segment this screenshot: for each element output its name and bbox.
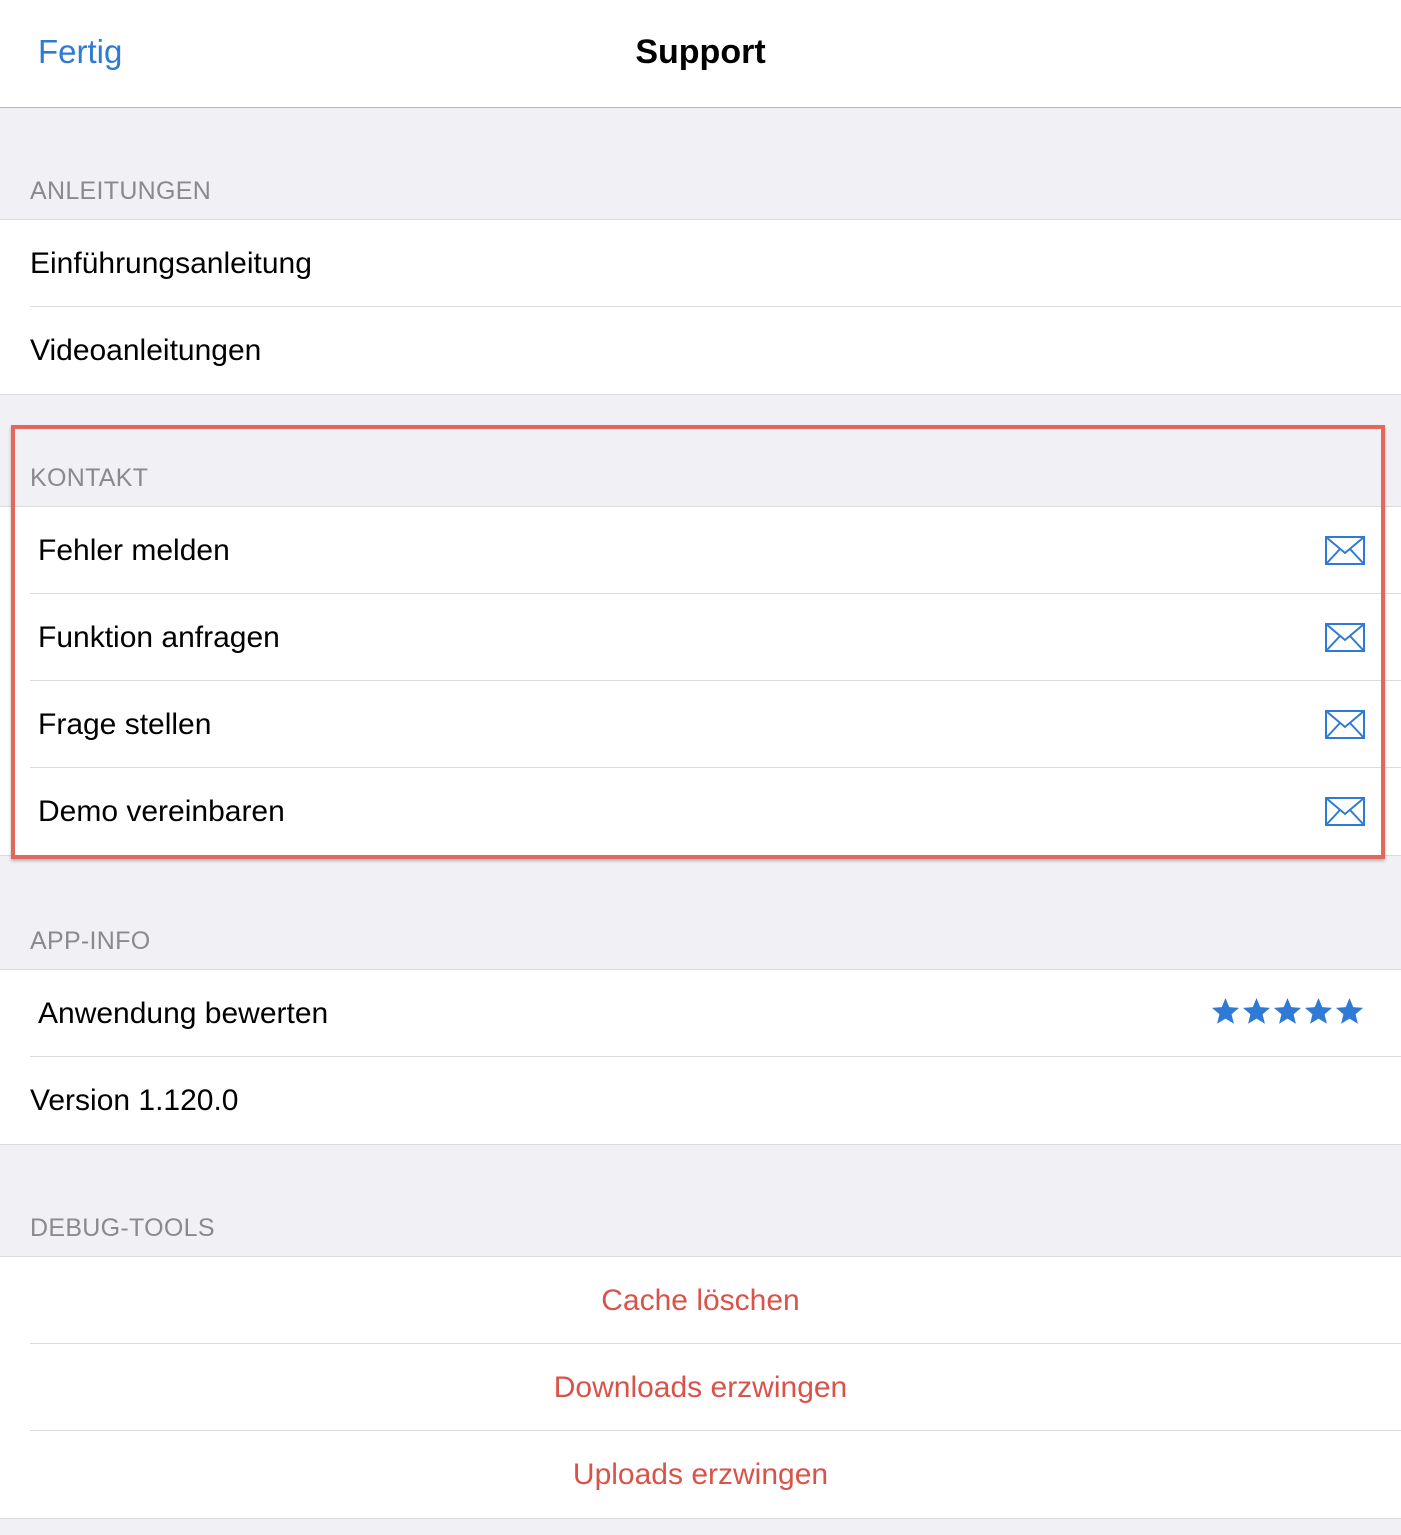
star-rating: [1210, 994, 1365, 1030]
button-label: Cache löschen: [601, 1284, 800, 1317]
list-item-fehler-melden[interactable]: Fehler melden: [0, 507, 1401, 594]
section-header-anleitungen: ANLEITUNGEN: [30, 177, 212, 205]
list-item-videoanleitungen[interactable]: Videoanleitungen: [0, 306, 1401, 394]
list-item-anwendung-bewerten[interactable]: Anwendung bewerten: [0, 970, 1401, 1057]
cache-loeschen-button[interactable]: Cache löschen: [0, 1257, 1401, 1344]
section-header-debug-tools: DEBUG-TOOLS: [30, 1214, 215, 1242]
list-item-label: Anwendung bewerten: [38, 997, 329, 1030]
mail-icon: [1325, 710, 1365, 739]
section-header-app-info: APP-INFO: [30, 927, 151, 955]
navigation-bar: Support Fertig: [0, 0, 1401, 108]
list-item-einfuehrungsanleitung[interactable]: Einführungsanleitung: [0, 220, 1401, 307]
list-item-funktion-anfragen[interactable]: Funktion anfragen: [0, 593, 1401, 681]
list-item-label: Einführungsanleitung: [30, 247, 312, 280]
star-icon: [1304, 997, 1333, 1024]
star-icon: [1273, 997, 1302, 1024]
group-debug-tools: Cache löschen Downloads erzwingen Upload…: [0, 1256, 1401, 1519]
version-label: Version 1.120.0: [30, 1084, 239, 1117]
done-button[interactable]: Fertig: [38, 30, 122, 74]
group-kontakt: Fehler melden Funktion anfragen Frage st…: [0, 506, 1401, 856]
uploads-erzwingen-button[interactable]: Uploads erzwingen: [0, 1430, 1401, 1518]
list-item-frage-stellen[interactable]: Frage stellen: [0, 680, 1401, 768]
star-icon: [1211, 997, 1240, 1024]
page-title: Support: [635, 33, 766, 71]
list-item-version: Version 1.120.0: [0, 1056, 1401, 1144]
list-item-demo-vereinbaren[interactable]: Demo vereinbaren: [0, 767, 1401, 855]
button-label: Uploads erzwingen: [572, 1458, 829, 1491]
button-label: Downloads erzwingen: [553, 1371, 848, 1404]
star-icon: [1242, 997, 1271, 1024]
mail-icon: [1325, 623, 1365, 652]
star-icon: [1335, 997, 1364, 1024]
mail-icon: [1325, 797, 1365, 826]
downloads-erzwingen-button[interactable]: Downloads erzwingen: [0, 1343, 1401, 1431]
list-item-label: Demo vereinbaren: [38, 795, 285, 828]
group-anleitungen: Einführungsanleitung Videoanleitungen: [0, 219, 1401, 395]
group-app-info: Anwendung bewerten Version 1.120.0: [0, 969, 1401, 1145]
list-item-label: Fehler melden: [38, 534, 230, 567]
list-item-label: Videoanleitungen: [30, 334, 262, 367]
list-item-label: Funktion anfragen: [38, 621, 280, 654]
section-header-kontakt: KONTAKT: [30, 464, 149, 492]
mail-icon: [1325, 536, 1365, 565]
list-item-label: Frage stellen: [38, 708, 212, 741]
